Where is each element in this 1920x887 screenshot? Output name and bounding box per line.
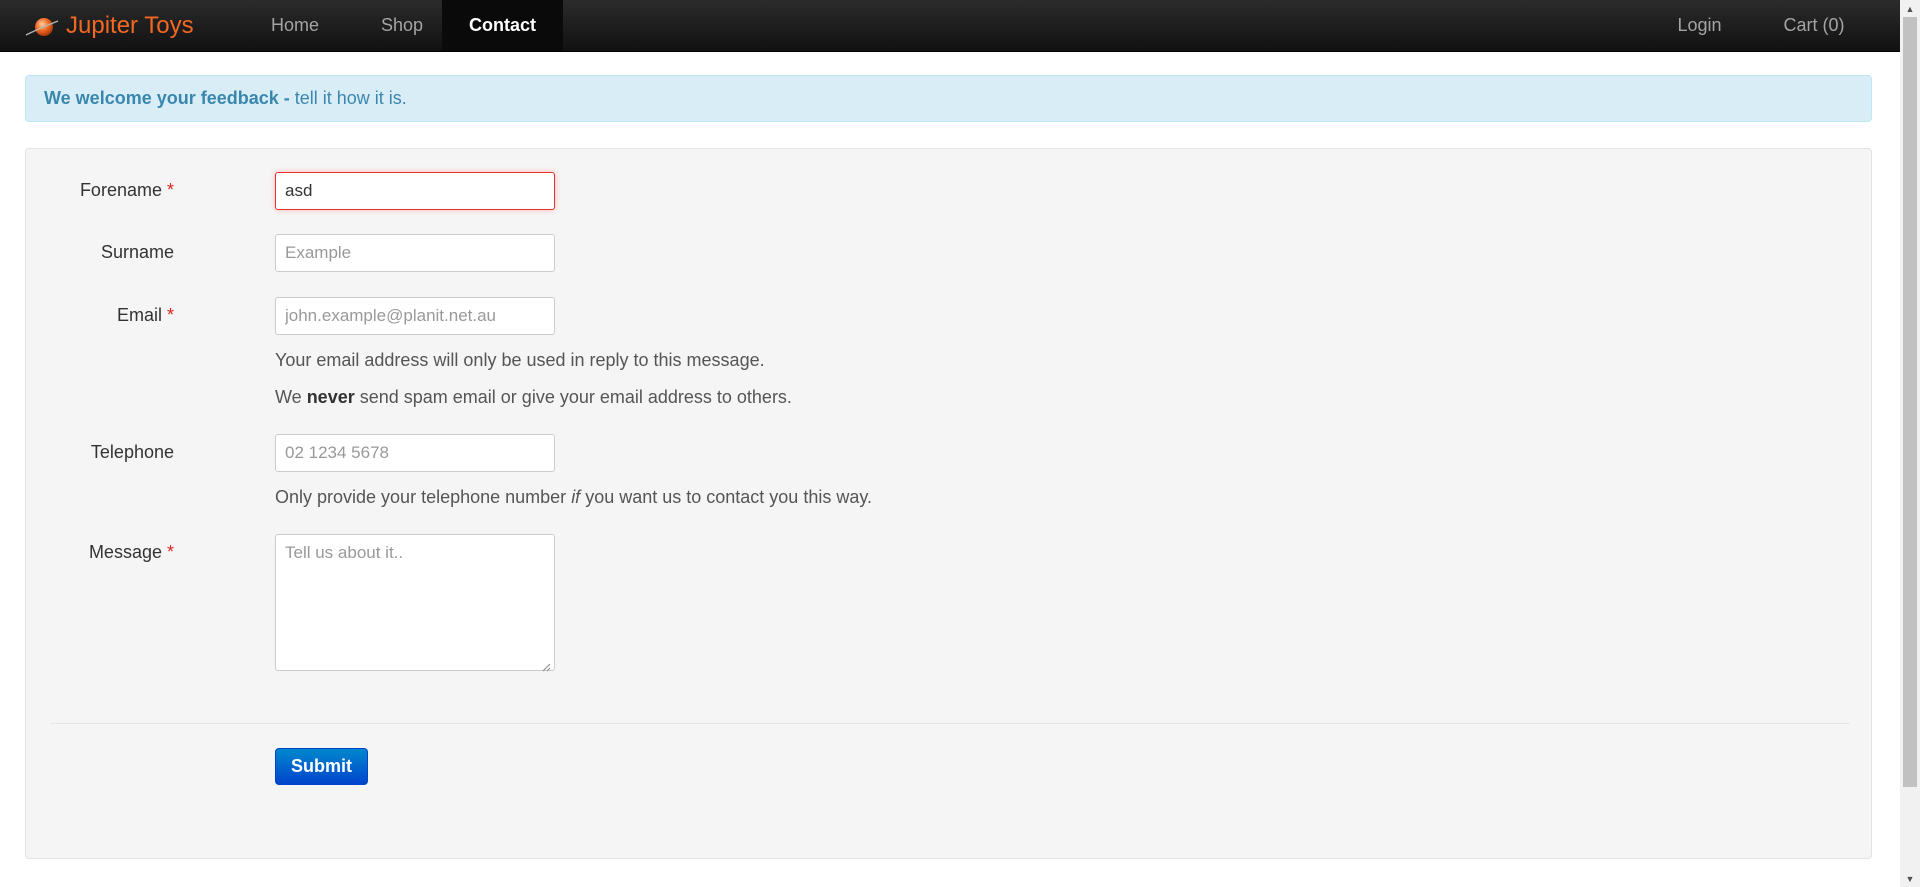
top-navbar: Jupiter Toys Home Shop Contact Login Car…	[0, 0, 1900, 52]
alert-strong-text: We welcome your feedback -	[44, 88, 290, 108]
form-divider	[50, 723, 1850, 724]
vertical-scrollbar[interactable]: ▲ ▼	[1900, 0, 1920, 887]
message-label-text: Message	[88, 542, 162, 562]
email-required-mark: *	[166, 305, 174, 325]
nav-login[interactable]: Login	[1656, 0, 1743, 51]
forename-label-text: Forename	[79, 180, 162, 200]
surname-input[interactable]	[275, 234, 555, 272]
telephone-help-pre: Only provide your telephone number	[275, 487, 572, 507]
telephone-help: Only provide your telephone number if yo…	[275, 487, 872, 508]
planet-logo-icon	[24, 13, 60, 39]
surname-label-text: Surname	[100, 242, 174, 262]
contact-form: Forename* Surname Email* Your email addr…	[25, 148, 1872, 859]
nav-home[interactable]: Home	[254, 0, 336, 51]
resize-handle-icon[interactable]	[541, 657, 551, 672]
email-help-2: We never send spam email or give your em…	[275, 387, 792, 408]
email-label-text: Email	[116, 305, 162, 325]
message-textarea[interactable]	[275, 534, 555, 671]
nav-cart[interactable]: Cart (0)	[1770, 0, 1858, 51]
brand-name: Jupiter Toys	[66, 11, 194, 39]
telephone-help-post: you want us to contact you this way.	[580, 487, 873, 507]
email-help-2-post: send spam email or give your email addre…	[354, 387, 792, 407]
telephone-label: Telephone	[91, 442, 174, 463]
email-help-1: Your email address will only be used in …	[275, 350, 765, 370]
scroll-up-icon[interactable]: ▲	[1900, 0, 1920, 17]
surname-label: Surname	[101, 242, 174, 263]
telephone-input[interactable]	[275, 434, 555, 472]
forename-required-mark: *	[166, 180, 174, 200]
scroll-down-icon[interactable]: ▼	[1900, 870, 1920, 887]
forename-label: Forename *	[80, 180, 174, 201]
submit-button[interactable]: Submit	[275, 748, 368, 785]
message-required-mark: *	[166, 542, 174, 562]
email-input[interactable]	[275, 297, 555, 335]
message-label: Message *	[89, 542, 174, 563]
alert-text: tell it how it is.	[289, 88, 407, 108]
forename-input[interactable]	[275, 172, 555, 210]
email-help-2-pre: We	[275, 387, 307, 407]
brand-link[interactable]: Jupiter Toys	[24, 0, 194, 51]
telephone-label-text: Telephone	[90, 442, 174, 462]
nav-shop[interactable]: Shop	[361, 0, 443, 51]
feedback-alert: We welcome your feedback - tell it how i…	[25, 75, 1872, 122]
telephone-help-em: if	[571, 487, 581, 507]
email-label: Email *	[117, 305, 174, 326]
scroll-thumb[interactable]	[1903, 17, 1917, 787]
email-help-2-bold: never	[306, 387, 355, 407]
nav-contact[interactable]: Contact	[442, 0, 563, 51]
